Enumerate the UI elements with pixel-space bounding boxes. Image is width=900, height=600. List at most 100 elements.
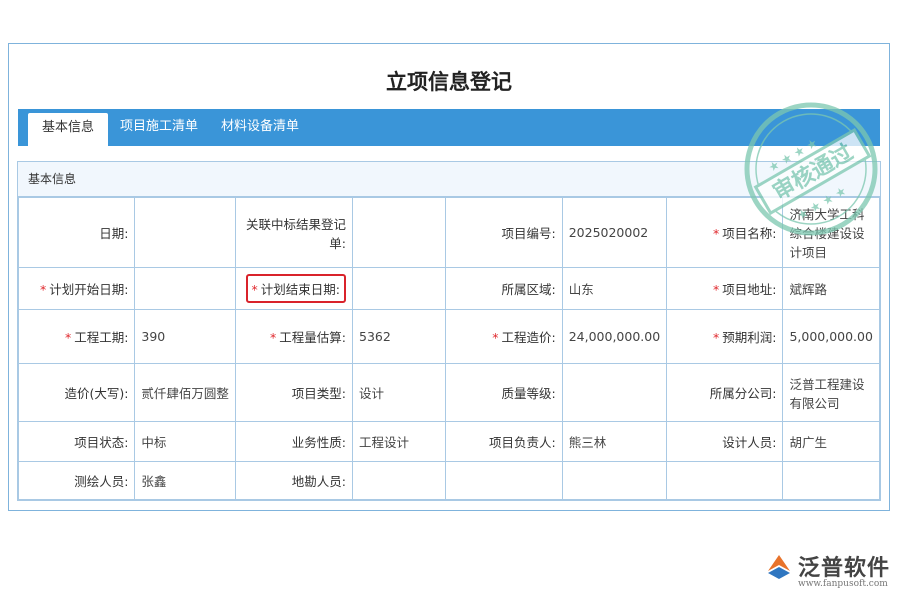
field-value[interactable]: 泛普工程建设有限公司 bbox=[782, 363, 880, 422]
field-value[interactable]: 熊三林 bbox=[561, 421, 668, 462]
logo-url: www.fanpusoft.com bbox=[798, 579, 888, 589]
field-label-text: 关联中标结果登记单: bbox=[245, 216, 346, 251]
tab-material-equipment-list[interactable]: 材料设备清单 bbox=[221, 109, 299, 146]
info-row: 测绘人员: 张鑫 地勘人员: bbox=[17, 461, 880, 500]
field-label: 项目编号: bbox=[445, 197, 563, 268]
field-label: 质量等级: bbox=[445, 363, 563, 422]
field-label: 造价(大写): bbox=[17, 363, 136, 422]
field-value[interactable] bbox=[134, 267, 237, 310]
field-value-text: 张鑫 bbox=[141, 474, 167, 489]
field-label-text: 项目地址: bbox=[722, 282, 777, 297]
field-label: * 工程工期: bbox=[17, 309, 136, 364]
field-value[interactable] bbox=[561, 461, 668, 500]
field-label: 业务性质: bbox=[235, 421, 353, 462]
field-value[interactable]: 2025020002 bbox=[561, 197, 668, 268]
field-value[interactable]: 5362 bbox=[351, 309, 447, 364]
field-value-text: 胡广生 bbox=[789, 435, 827, 450]
field-label: 地勘人员: bbox=[235, 461, 353, 500]
field-value-text: 2025020002 bbox=[568, 225, 649, 240]
required-mark: * bbox=[251, 282, 258, 297]
field-label-text: 项目状态: bbox=[74, 435, 129, 450]
field-value[interactable]: 设计 bbox=[351, 363, 447, 422]
tab-construction-list[interactable]: 项目施工清单 bbox=[120, 109, 198, 146]
field-label-text: 造价(大写): bbox=[64, 386, 129, 401]
field-label-text: 所属区域: bbox=[501, 282, 556, 297]
fanpu-logo: 泛普软件 www.fanpusoft.com bbox=[764, 548, 894, 594]
field-value[interactable]: 390 bbox=[134, 309, 237, 364]
field-value-text: 24,000,000.00 bbox=[568, 329, 661, 344]
field-label: 项目状态: bbox=[17, 421, 136, 462]
field-label: 项目负责人: bbox=[445, 421, 563, 462]
field-label: 项目类型: bbox=[235, 363, 353, 422]
required-mark: * bbox=[712, 330, 720, 345]
field-value[interactable] bbox=[561, 363, 668, 422]
highlighted-label: * 计划结束日期: bbox=[245, 274, 346, 303]
field-label bbox=[445, 461, 563, 500]
field-value[interactable] bbox=[351, 267, 447, 310]
field-value[interactable]: 山东 bbox=[561, 267, 668, 310]
field-value[interactable] bbox=[351, 197, 447, 268]
info-row: 造价(大写): 贰仟肆佰万圆整 项目类型: 设计 质量等级: 所属分公司: 泛普工程建设有限… bbox=[17, 363, 880, 422]
field-value-text: 熊三林 bbox=[568, 435, 607, 450]
field-label: 所属分公司: bbox=[666, 363, 784, 422]
required-mark: * bbox=[492, 330, 499, 345]
field-label: 关联中标结果登记单: bbox=[235, 197, 353, 268]
field-label: * 计划结束日期: bbox=[235, 267, 353, 310]
info-row: 项目状态: 中标 业务性质: 工程设计 项目负责人: 熊三林 设计人员: 胡广生 bbox=[17, 421, 880, 462]
field-label-text: 预期利润: bbox=[722, 330, 777, 345]
field-label-text: 项目编号: bbox=[501, 226, 556, 241]
logo-mark-icon bbox=[768, 555, 790, 579]
field-value[interactable]: 中标 bbox=[134, 421, 237, 462]
field-label: 设计人员: bbox=[666, 421, 784, 462]
required-mark: * bbox=[64, 330, 72, 345]
field-value[interactable]: 贰仟肆佰万圆整 bbox=[134, 363, 237, 422]
field-label-text: 工程造价: bbox=[501, 330, 556, 345]
field-label-text: 所属分公司: bbox=[709, 386, 777, 401]
field-value-text: 中标 bbox=[141, 435, 167, 450]
field-value[interactable]: 5,000,000.00 bbox=[782, 309, 880, 364]
approved-stamp: ★ ★ ★ ★ ★ ★ ★ ★ 审核通过 bbox=[744, 102, 878, 236]
field-value-text: 设计 bbox=[359, 386, 385, 401]
field-value[interactable]: 张鑫 bbox=[134, 461, 237, 500]
field-label-text: 工程工期: bbox=[74, 330, 129, 345]
field-label-text: 地勘人员: bbox=[291, 474, 346, 489]
page-title: 立项信息登记 bbox=[386, 70, 512, 94]
field-value-text: 5,000,000.00 bbox=[789, 329, 873, 344]
field-label: 所属区域: bbox=[445, 267, 563, 310]
registration-panel: 立项信息登记 基本信息 项目施工清单 材料设备清单 基本信息 日期: 关联中标结果… bbox=[8, 43, 890, 511]
field-value-text: 5362 bbox=[359, 329, 391, 344]
field-label-text: 项目负责人: bbox=[489, 435, 556, 450]
field-value[interactable] bbox=[782, 461, 880, 500]
field-value-text: 工程设计 bbox=[359, 435, 410, 450]
basic-info-table: 日期: 关联中标结果登记单: 项目编号: 2025020002 * 项目名称: 济南大学工科… bbox=[17, 197, 880, 500]
field-value[interactable] bbox=[351, 461, 447, 500]
field-value[interactable]: 斌辉路 bbox=[782, 267, 880, 310]
field-label-text: 业务性质: bbox=[291, 435, 346, 450]
field-value[interactable]: 胡广生 bbox=[782, 421, 880, 462]
field-label-text: 项目类型: bbox=[291, 386, 346, 401]
field-label-text: 测绘人员: bbox=[74, 474, 129, 489]
field-label: * 工程造价: bbox=[445, 309, 563, 364]
info-row: * 工程工期: 390 * 工程量估算: 5362 * 工程造价: 24,000,000.00 *… bbox=[17, 309, 880, 364]
field-value-text: 390 bbox=[141, 329, 166, 344]
field-label: * 计划开始日期: bbox=[17, 267, 136, 310]
field-value[interactable]: 24,000,000.00 bbox=[561, 309, 668, 364]
field-label: 日期: bbox=[17, 197, 136, 268]
required-mark: * bbox=[270, 330, 277, 345]
field-value-text: 山东 bbox=[568, 282, 594, 297]
field-value[interactable]: 工程设计 bbox=[351, 421, 447, 462]
tab-basic-info[interactable]: 基本信息 bbox=[28, 113, 108, 146]
field-value-text: 贰仟肆佰万圆整 bbox=[141, 386, 229, 401]
field-label: * 工程量估算: bbox=[235, 309, 353, 364]
field-label: * 项目地址: bbox=[666, 267, 784, 310]
logo-name: 泛普软件 bbox=[798, 556, 891, 581]
info-row: * 计划开始日期: * 计划结束日期: 所属区域: 山东 * 项目地址: 斌辉路 bbox=[17, 267, 880, 310]
required-mark: * bbox=[712, 226, 720, 241]
field-label-text: 计划结束日期: bbox=[260, 282, 340, 297]
field-label: 测绘人员: bbox=[17, 461, 136, 500]
field-label-text: 工程量估算: bbox=[279, 330, 346, 345]
field-label-text: 设计人员: bbox=[722, 435, 777, 450]
field-value[interactable] bbox=[134, 197, 237, 268]
field-value-text: 斌辉路 bbox=[789, 282, 827, 297]
field-label-text: 日期: bbox=[99, 226, 129, 241]
